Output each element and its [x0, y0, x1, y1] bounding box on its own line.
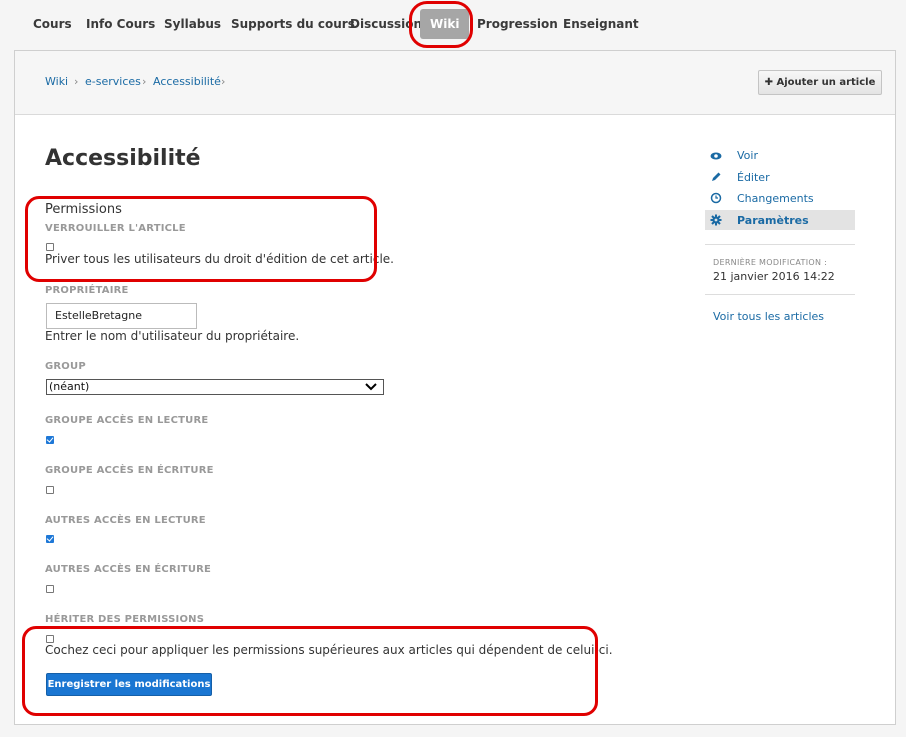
clock-icon: [710, 192, 722, 204]
tab-enseignant[interactable]: Enseignant: [553, 9, 649, 39]
breadcrumb-separator: ›: [74, 75, 79, 88]
others-write-checkbox[interactable]: [46, 585, 54, 593]
inherit-label: HÉRITER DES PERMISSIONS: [45, 614, 205, 625]
inherit-help: Cochez ceci pour appliquer les permissio…: [45, 643, 613, 657]
sidebar-divider: [705, 244, 855, 245]
breadcrumb-e-services[interactable]: e-services: [85, 75, 141, 88]
group-select[interactable]: (néant): [46, 379, 384, 395]
all-articles-link[interactable]: Voir tous les articles: [713, 310, 824, 323]
others-read-label: AUTRES ACCÈS EN LECTURE: [45, 515, 206, 526]
tab-syllabus[interactable]: Syllabus: [154, 9, 231, 39]
sidebar-divider: [705, 294, 855, 295]
owner-input[interactable]: EstelleBretagne: [46, 303, 197, 329]
panel-header: Wiki › e-services › Accessibilité › ✚ Aj…: [15, 51, 895, 115]
group-label: GROUP: [45, 361, 86, 372]
add-article-label: Ajouter un article: [776, 77, 876, 88]
sidebar-item-voir[interactable]: Voir: [737, 149, 758, 162]
sidebar-item-parametres[interactable]: Paramètres: [737, 214, 809, 227]
gear-icon: [710, 214, 722, 226]
breadcrumb-separator: ›: [142, 75, 147, 88]
last-modified-value: 21 janvier 2016 14:22: [713, 270, 835, 283]
add-article-button[interactable]: ✚ Ajouter un article: [758, 70, 882, 95]
breadcrumb-wiki[interactable]: Wiki: [45, 75, 68, 88]
others-read-checkbox[interactable]: [46, 535, 54, 543]
last-modified-label: DERNIÈRE MODIFICATION :: [713, 258, 828, 267]
chevron-down-icon: [365, 383, 377, 391]
group-read-checkbox[interactable]: [46, 436, 54, 444]
lock-article-label: VERROUILLER L'ARTICLE: [45, 223, 186, 234]
save-changes-button[interactable]: Enregistrer les modifications: [46, 673, 212, 696]
group-write-checkbox[interactable]: [46, 486, 54, 494]
others-write-label: AUTRES ACCÈS EN ÉCRITURE: [45, 564, 212, 575]
inherit-checkbox[interactable]: [46, 635, 54, 643]
plus-icon: ✚: [764, 77, 773, 88]
group-selected-value: (néant): [49, 380, 90, 393]
tab-info-cours[interactable]: Info Cours: [76, 9, 165, 39]
sidebar-item-changements[interactable]: Changements: [737, 192, 814, 205]
breadcrumb-accessibilite[interactable]: Accessibilité: [153, 75, 221, 88]
pencil-icon: [712, 172, 721, 181]
owner-help: Entrer le nom d'utilisateur du propriéta…: [45, 329, 300, 343]
group-read-label: GROUPE ACCÈS EN LECTURE: [45, 415, 209, 426]
tab-wiki[interactable]: Wiki: [420, 9, 470, 39]
sidebar-item-editer[interactable]: Éditer: [737, 171, 770, 184]
lock-article-help: Priver tous les utilisateurs du droit d'…: [45, 252, 394, 266]
course-navigation: Cours Info Cours Syllabus Supports du co…: [0, 0, 906, 48]
lock-article-checkbox[interactable]: [46, 243, 54, 251]
wiki-panel: Wiki › e-services › Accessibilité › ✚ Aj…: [14, 50, 896, 725]
group-write-label: GROUPE ACCÈS EN ÉCRITURE: [45, 465, 214, 476]
permissions-heading: Permissions: [45, 202, 122, 217]
tab-discussion[interactable]: Discussion: [340, 9, 432, 39]
page-title: Accessibilité: [45, 146, 201, 171]
owner-label: PROPRIÉTAIRE: [45, 285, 129, 296]
tab-cours[interactable]: Cours: [23, 9, 82, 39]
breadcrumb-separator: ›: [221, 75, 226, 88]
eye-icon: [710, 152, 722, 160]
